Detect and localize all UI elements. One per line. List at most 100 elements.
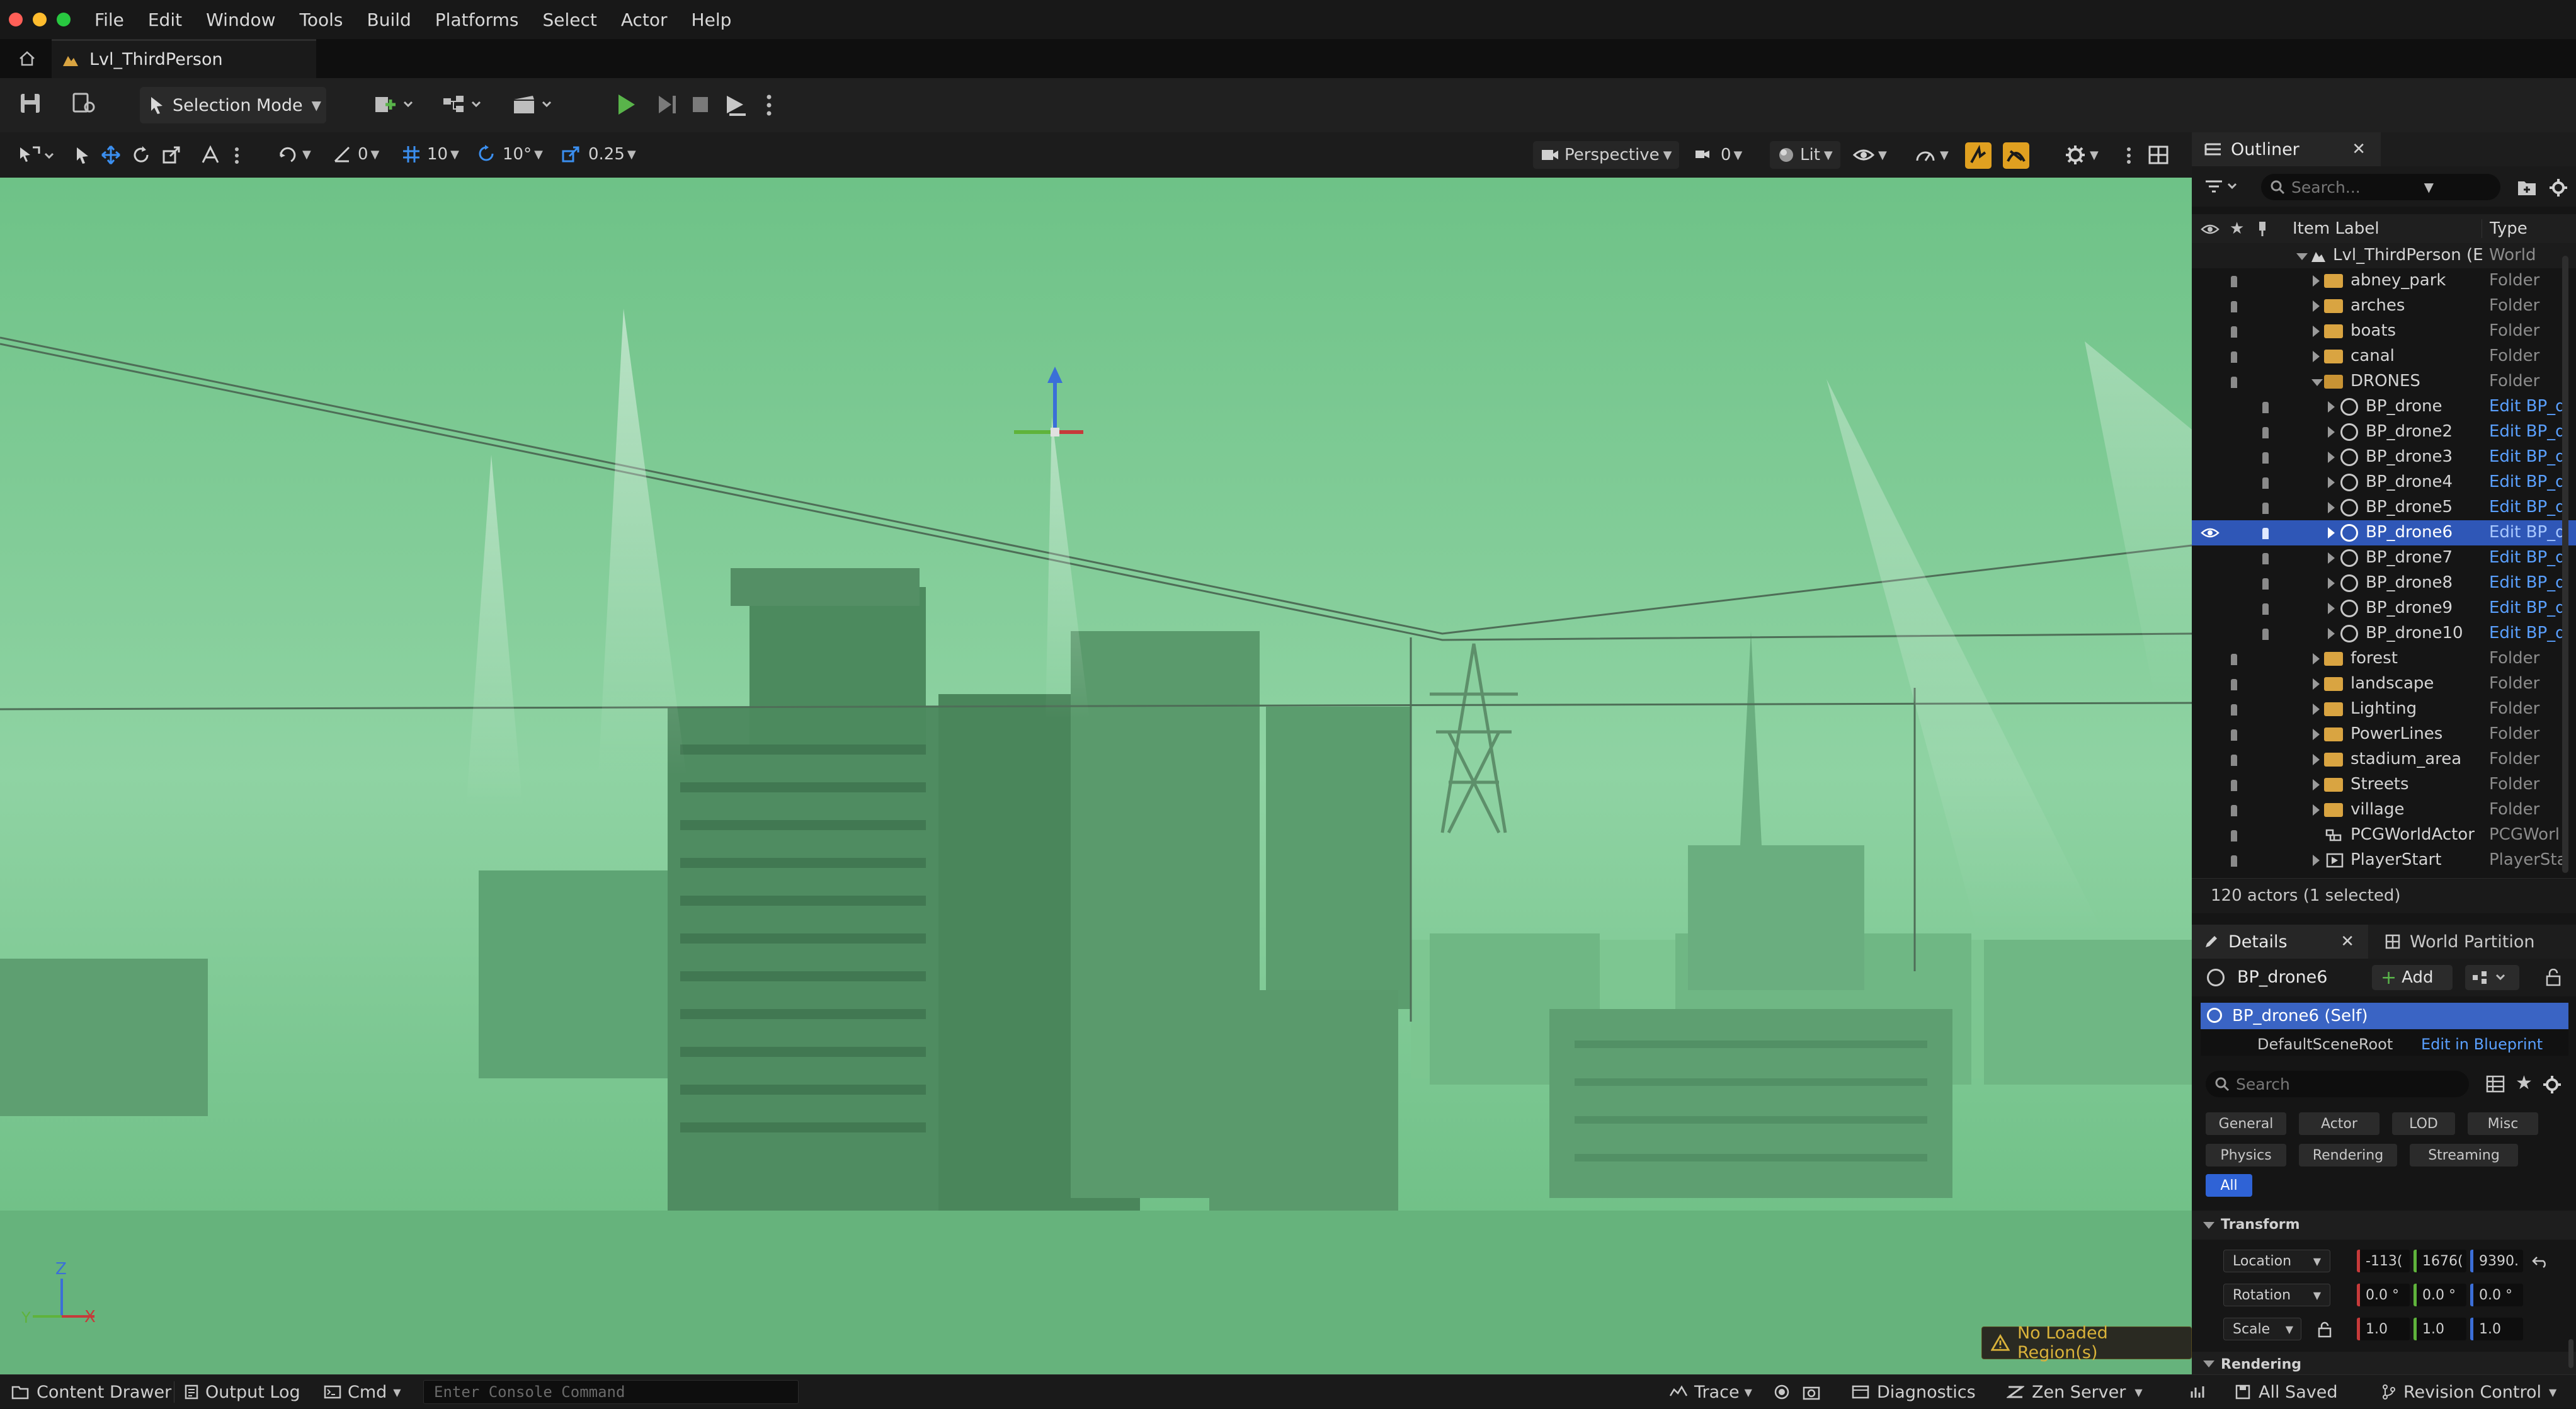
content-drawer-button[interactable]: Content Drawer bbox=[11, 1375, 171, 1409]
maximize-window-button[interactable] bbox=[57, 13, 71, 26]
expand-arrow-icon[interactable] bbox=[2313, 351, 2320, 362]
visibility-eye-icon[interactable] bbox=[2201, 527, 2220, 539]
collapse-arrow-icon[interactable] bbox=[2311, 379, 2323, 386]
pin-icon[interactable] bbox=[2231, 855, 2237, 867]
column-type[interactable]: Type bbox=[2482, 219, 2528, 238]
play-icon[interactable] bbox=[615, 92, 637, 117]
tree-row-actor[interactable]: BP_drone2 Edit BP_d bbox=[2192, 419, 2576, 445]
pin-icon[interactable] bbox=[2231, 654, 2237, 665]
filter-chip-general[interactable]: General bbox=[2206, 1112, 2286, 1135]
step-icon[interactable] bbox=[655, 92, 678, 117]
grid-snap-toggle[interactable]: 10 ▼ bbox=[401, 144, 459, 165]
tree-row-actor[interactable]: BP_drone3 Edit BP_d bbox=[2192, 445, 2576, 470]
pin-icon[interactable] bbox=[2262, 578, 2269, 590]
pin-icon[interactable] bbox=[2231, 704, 2237, 716]
pin-icon[interactable] bbox=[2262, 477, 2269, 489]
pin-icon[interactable] bbox=[2262, 603, 2269, 615]
expand-arrow-icon[interactable] bbox=[2328, 603, 2335, 614]
expand-arrow-icon[interactable] bbox=[2313, 804, 2320, 816]
collapse-arrow-icon[interactable] bbox=[2203, 1222, 2214, 1229]
pin-icon[interactable] bbox=[2262, 402, 2269, 413]
add-component-button[interactable]: + Add bbox=[2372, 965, 2453, 990]
component-root-row[interactable]: DefaultSceneRoot Edit in Blueprint bbox=[2201, 1029, 2568, 1056]
outliner-settings-gear-icon[interactable] bbox=[2548, 178, 2568, 198]
tree-row-folder[interactable]: stadium_area Folder bbox=[2192, 747, 2576, 772]
select-tool-icon[interactable] bbox=[74, 145, 92, 166]
pin-icon[interactable] bbox=[2231, 679, 2237, 690]
world-partition-tab[interactable]: World Partition bbox=[2374, 925, 2576, 959]
tree-row-folder[interactable]: Streets Folder bbox=[2192, 772, 2576, 797]
new-folder-icon[interactable] bbox=[2517, 178, 2537, 197]
eject-icon[interactable] bbox=[724, 92, 749, 117]
location-y-field[interactable]: 1676( bbox=[2414, 1250, 2466, 1272]
expand-arrow-icon[interactable] bbox=[2313, 855, 2320, 866]
rotation-snap-dropdown[interactable]: 10° ▼ bbox=[476, 144, 543, 165]
details-actor-name[interactable]: BP_drone6 bbox=[2237, 967, 2327, 987]
game-view-toggle-button[interactable] bbox=[2003, 142, 2029, 169]
table-view-icon[interactable] bbox=[2485, 1075, 2505, 1093]
expand-arrow-icon[interactable] bbox=[2328, 401, 2335, 413]
filter-chip-streaming[interactable]: Streaming bbox=[2410, 1144, 2518, 1167]
expand-arrow-icon[interactable] bbox=[2328, 527, 2335, 539]
scale-z-field[interactable]: 1.0 bbox=[2470, 1318, 2523, 1340]
pin-icon[interactable] bbox=[2231, 301, 2237, 312]
scale-snap-dropdown[interactable]: 0.25 ▼ bbox=[561, 144, 636, 165]
browse-icon[interactable] bbox=[72, 92, 97, 115]
tree-row-actor[interactable]: BP_drone8 Edit BP_d bbox=[2192, 571, 2576, 596]
pin-icon[interactable] bbox=[2231, 377, 2237, 388]
tree-row-actor[interactable]: BP_drone5 Edit BP_d bbox=[2192, 495, 2576, 520]
performance-dropdown[interactable]: ▼ bbox=[1915, 141, 1949, 169]
diagnostics-button[interactable]: Diagnostics bbox=[1852, 1375, 1976, 1409]
tree-row-actor[interactable]: PCGWorldActor PCGWorl bbox=[2192, 823, 2576, 848]
expand-arrow-icon[interactable] bbox=[2328, 502, 2335, 513]
expand-arrow-icon[interactable] bbox=[2328, 477, 2335, 488]
expand-arrow-icon[interactable] bbox=[2313, 326, 2320, 337]
scale-tool-icon[interactable] bbox=[161, 145, 181, 165]
tab-level[interactable]: Lvl_ThirdPerson bbox=[52, 39, 316, 78]
rotation-y-field[interactable]: 0.0 ° bbox=[2414, 1284, 2466, 1306]
expand-arrow-icon[interactable] bbox=[2328, 578, 2335, 589]
filter-chip-misc[interactable]: Misc bbox=[2468, 1112, 2538, 1135]
component-self-row[interactable]: BP_drone6 (Self) bbox=[2201, 1003, 2568, 1029]
blueprint-menu-icon[interactable] bbox=[441, 93, 486, 116]
outliner-search-input[interactable]: Search... ▼ bbox=[2261, 174, 2500, 200]
location-x-field[interactable]: -113( bbox=[2357, 1250, 2410, 1272]
pin-icon[interactable] bbox=[2231, 276, 2237, 287]
selection-mode-dropdown[interactable]: Selection Mode ▼ bbox=[140, 87, 326, 123]
more-options-icon[interactable] bbox=[765, 93, 773, 117]
favorites-star-icon[interactable]: ★ bbox=[2516, 1072, 2533, 1094]
menu-tools[interactable]: Tools bbox=[300, 9, 343, 30]
viewport-more-icon[interactable] bbox=[233, 146, 241, 165]
lock-icon[interactable] bbox=[2545, 969, 2562, 986]
scale-y-field[interactable]: 1.0 bbox=[2414, 1318, 2466, 1340]
rotation-z-field[interactable]: 0.0 ° bbox=[2470, 1284, 2523, 1306]
expand-arrow-icon[interactable] bbox=[2328, 552, 2335, 564]
tree-row-folder[interactable]: Lighting Folder bbox=[2192, 697, 2576, 722]
screenshot-icon[interactable] bbox=[1803, 1384, 1820, 1400]
trace-dropdown[interactable]: Trace ▼ bbox=[1669, 1375, 1752, 1409]
collapse-arrow-icon[interactable] bbox=[2296, 253, 2308, 260]
pin-icon[interactable] bbox=[2231, 755, 2237, 766]
menu-select[interactable]: Select bbox=[542, 9, 596, 30]
blueprint-options-button[interactable] bbox=[2465, 965, 2519, 990]
realtime-toggle-button[interactable] bbox=[1965, 142, 1992, 169]
visibility-column-icon[interactable] bbox=[2201, 223, 2220, 236]
rotate-tool-icon[interactable] bbox=[131, 145, 151, 165]
output-log-button[interactable]: Output Log bbox=[184, 1375, 300, 1409]
pin-icon[interactable] bbox=[2231, 805, 2237, 816]
console-command-input[interactable]: Enter Console Command bbox=[423, 1380, 799, 1404]
record-icon[interactable] bbox=[1774, 1384, 1790, 1400]
tree-row-folder[interactable]: PowerLines Folder bbox=[2192, 722, 2576, 747]
expand-arrow-icon[interactable] bbox=[2328, 628, 2335, 639]
pin-icon[interactable] bbox=[2231, 780, 2237, 791]
favorite-column-icon[interactable]: ★ bbox=[2230, 219, 2244, 238]
tree-row-actor[interactable]: PlayerStart PlayerSta bbox=[2192, 848, 2576, 873]
expand-arrow-icon[interactable] bbox=[2313, 779, 2320, 790]
cmd-dropdown[interactable]: Cmd ▼ bbox=[324, 1375, 401, 1409]
zen-server-dropdown[interactable]: Zen Server ▼ bbox=[2007, 1375, 2143, 1409]
tree-row-folder-drones[interactable]: DRONES Folder bbox=[2192, 369, 2576, 394]
menu-platforms[interactable]: Platforms bbox=[435, 9, 519, 30]
pin-icon[interactable] bbox=[2231, 326, 2237, 338]
filter-chip-lod[interactable]: LOD bbox=[2392, 1112, 2455, 1135]
tree-row-folder[interactable]: village Folder bbox=[2192, 797, 2576, 823]
